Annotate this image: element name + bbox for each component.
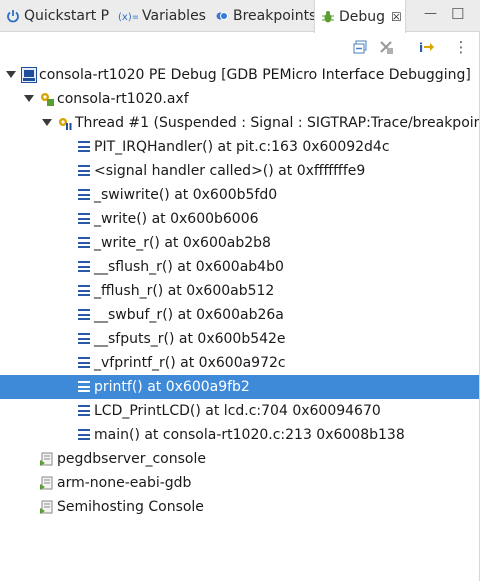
stack-frame-icon: [78, 381, 90, 392]
launch-config-icon: [21, 67, 37, 83]
stack-frame-label: _swiwrite() at 0x600b5fd0: [94, 187, 278, 203]
view-tab-bar: Quickstart P (x)= Variables Breakpoints …: [0, 0, 480, 33]
stack-frame-icon: [78, 237, 90, 248]
tab-label: Variables: [142, 8, 206, 24]
console-process-icon: [39, 499, 55, 515]
stack-frame-label: __sflush_r() at 0x600ab4b0: [94, 259, 284, 275]
stack-frame-row[interactable]: LCD_PrintLCD() at lcd.c:704 0x60094670: [0, 399, 480, 423]
tree-item-label: arm-none-eabi-gdb: [57, 475, 192, 491]
stack-frame-row[interactable]: __sfputs_r() at 0x600b542e: [0, 327, 480, 351]
breakpoints-icon: [215, 9, 229, 23]
stack-frame-row-selected[interactable]: printf() at 0x600a9fb2: [0, 375, 480, 399]
stack-frame-label: main() at consola-rt1020.c:213 0x6008b13…: [94, 427, 405, 443]
view-menu-icon[interactable]: ⋮: [452, 38, 470, 56]
stack-frame-icon: [78, 309, 90, 320]
power-icon: [6, 9, 20, 23]
console-process-icon: [39, 451, 55, 467]
tab-variables[interactable]: (x)= Variables: [112, 0, 209, 32]
stack-frame-label: _write_r() at 0x600ab2b8: [94, 235, 271, 251]
stack-frame-icon: [78, 285, 90, 296]
stack-frame-icon: [78, 261, 90, 272]
tree-item-label: Semihosting Console: [57, 499, 204, 515]
stack-frame-icon: [78, 405, 90, 416]
stack-frame-row[interactable]: _vfprintf_r() at 0x600a972c: [0, 351, 480, 375]
maximize-icon[interactable]: ☐: [451, 5, 464, 23]
stack-frame-icon: [78, 165, 90, 176]
step-filter-icon[interactable]: i: [418, 39, 436, 55]
svg-text:i: i: [419, 41, 423, 54]
tree-item-process[interactable]: consola-rt1020.axf: [0, 87, 480, 111]
tree-item-label: consola-rt1020.axf: [57, 91, 189, 107]
stack-frame-label: __swbuf_r() at 0x600ab26a: [94, 307, 284, 323]
remove-all-terminated-icon[interactable]: [377, 39, 395, 55]
stack-frame-label: LCD_PrintLCD() at lcd.c:704 0x60094670: [94, 403, 381, 419]
stack-frame-icon: [78, 213, 90, 224]
stack-frame-row[interactable]: _fflush_r() at 0x600ab512: [0, 279, 480, 303]
thread-suspended-icon: [57, 115, 73, 131]
stack-frame-row[interactable]: __swbuf_r() at 0x600ab26a: [0, 303, 480, 327]
stack-frame-row[interactable]: _write_r() at 0x600ab2b8: [0, 231, 480, 255]
stack-frame-label: printf() at 0x600a9fb2: [94, 379, 250, 395]
stack-frame-icon: [78, 429, 90, 440]
stack-frame-label: __sfputs_r() at 0x600b542e: [94, 331, 286, 347]
tab-label: Quickstart P: [24, 8, 110, 24]
stack-frame-label: _fflush_r() at 0x600ab512: [94, 283, 275, 299]
stack-frame-label: _write() at 0x600b6006: [94, 211, 259, 227]
stack-frame-label: PIT_IRQHandler() at pit.c:163 0x60092d4c: [94, 139, 390, 155]
stack-frame-row[interactable]: _swiwrite() at 0x600b5fd0: [0, 183, 480, 207]
stack-frame-row[interactable]: <signal handler called>() at 0xfffffffe9: [0, 159, 480, 183]
stack-frame-icon: [78, 189, 90, 200]
expand-toggle-icon[interactable]: [6, 71, 16, 78]
tree-item-console[interactable]: arm-none-eabi-gdb: [0, 471, 480, 495]
tree-item-thread[interactable]: Thread #1 (Suspended : Signal : SIGTRAP:…: [0, 111, 480, 135]
tree-item-console[interactable]: pegdbserver_console: [0, 447, 480, 471]
tree-item-label: consola-rt1020 PE Debug [GDB PEMicro Int…: [39, 67, 471, 83]
close-icon[interactable]: ☒: [391, 10, 402, 24]
tree-item-label: pegdbserver_console: [57, 451, 206, 467]
console-process-icon: [39, 475, 55, 491]
tab-label: Breakpoints: [233, 8, 314, 24]
stack-frame-icon: [78, 141, 90, 152]
tab-label: Debug: [339, 8, 386, 25]
minimize-icon[interactable]: —: [424, 6, 437, 21]
stack-frame-label: _vfprintf_r() at 0x600a972c: [94, 355, 286, 371]
stack-frame-label: <signal handler called>() at 0xfffffffe9: [94, 163, 366, 179]
tab-quickstart[interactable]: Quickstart P: [0, 0, 112, 32]
svg-text:(x)=: (x)=: [118, 12, 138, 22]
expand-toggle-icon[interactable]: [42, 119, 52, 126]
debug-process-icon: [39, 91, 55, 107]
debug-bug-icon: [321, 10, 335, 24]
stack-frame-icon: [78, 333, 90, 344]
tree-item-label: Thread #1 (Suspended : Signal : SIGTRAP:…: [75, 115, 480, 131]
stack-frame-icon: [78, 357, 90, 368]
stack-frame-row[interactable]: __sflush_r() at 0x600ab4b0: [0, 255, 480, 279]
tree-item-console[interactable]: Semihosting Console: [0, 495, 480, 519]
stack-frame-row[interactable]: main() at consola-rt1020.c:213 0x6008b13…: [0, 423, 480, 447]
variables-icon: (x)=: [118, 10, 138, 22]
stack-frame-row[interactable]: _write() at 0x600b6006: [0, 207, 480, 231]
expand-toggle-icon[interactable]: [24, 95, 34, 102]
tab-breakpoints[interactable]: Breakpoints: [209, 0, 314, 32]
debug-tree: consola-rt1020 PE Debug [GDB PEMicro Int…: [0, 63, 480, 581]
debug-view-toolbar: i ⋮: [0, 33, 480, 61]
collapse-all-icon[interactable]: [351, 39, 369, 55]
stack-frame-row[interactable]: PIT_IRQHandler() at pit.c:163 0x60092d4c: [0, 135, 480, 159]
tree-item-launch[interactable]: consola-rt1020 PE Debug [GDB PEMicro Int…: [0, 63, 480, 87]
tab-debug[interactable]: Debug ☒: [314, 0, 406, 33]
